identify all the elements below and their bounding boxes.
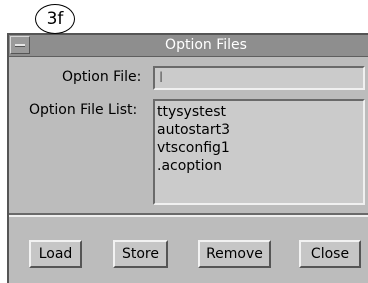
option-file-list-label: Option File List: [29,102,138,118]
list-item[interactable]: .acoption [157,157,363,175]
load-button[interactable]: Load [29,240,82,268]
callout-label: 3f [35,4,75,34]
option-file-label: Option File: [62,69,142,85]
text-cursor-icon: I [159,70,164,86]
list-item[interactable]: vtsconfig1 [157,139,363,157]
close-button[interactable]: Close [299,240,361,268]
remove-button[interactable]: Remove [198,240,271,268]
window-title: Option Files [165,37,247,53]
option-file-list[interactable]: ttysystest autostart3 vtsconfig1 .acopti… [153,99,365,205]
title-bar: Option Files [9,35,368,57]
option-files-dialog: Option Files Option File: I Option File … [7,33,368,283]
list-item[interactable]: ttysystest [157,103,363,121]
list-item[interactable]: autostart3 [157,121,363,139]
callout-text: 3f [46,9,64,29]
option-file-input[interactable]: I [153,66,365,90]
separator [9,213,368,217]
store-button[interactable]: Store [113,240,168,268]
